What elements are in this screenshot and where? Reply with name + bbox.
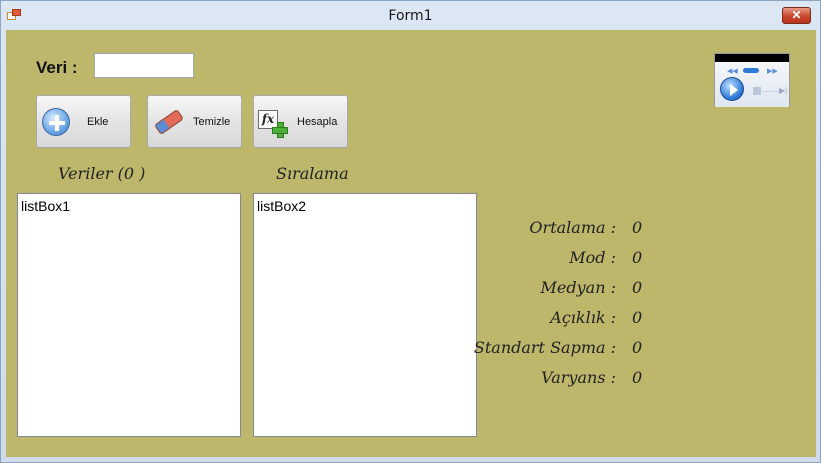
close-button[interactable]: ✕ xyxy=(782,7,811,24)
fast-forward-icon[interactable]: ▶▶ xyxy=(767,67,778,75)
media-player[interactable]: ◀◀ ▶▶ ▶| xyxy=(714,53,790,107)
stat-value: 0 xyxy=(632,218,643,237)
stat-label: Mod : xyxy=(569,248,616,267)
volume-slider[interactable] xyxy=(763,91,779,92)
veri-label: Veri : xyxy=(36,58,78,77)
next-icon[interactable]: ▶| xyxy=(779,86,787,95)
temizle-button[interactable]: Temizle xyxy=(147,95,242,148)
stat-value: 0 xyxy=(632,308,643,327)
stat-varyans: Varyans : 0 xyxy=(476,368,676,398)
form-client-area: Veri : Ekle Temizle fx Hesapla Veriler (… xyxy=(6,30,816,457)
app-window: Form1 ✕ Veri : Ekle Temizle fx Hesapla V… xyxy=(0,0,821,463)
hesapla-label: Hesapla xyxy=(297,116,338,128)
listbox-siralama[interactable]: listBox2 xyxy=(253,193,477,437)
stat-value: 0 xyxy=(632,368,643,387)
stat-ortalama: Ortalama : 0 xyxy=(476,218,676,248)
stat-mod: Mod : 0 xyxy=(476,248,676,278)
stat-value: 0 xyxy=(632,248,643,267)
stat-medyan: Medyan : 0 xyxy=(476,278,676,308)
add-icon xyxy=(42,108,70,136)
stat-label: Standart Sapma : xyxy=(473,338,616,357)
stat-label: Ortalama : xyxy=(529,218,616,237)
stat-label: Medyan : xyxy=(540,278,616,297)
stat-label: Açıklık : xyxy=(550,308,616,327)
veri-input[interactable] xyxy=(94,53,194,78)
function-icon: fx xyxy=(258,110,288,138)
play-icon[interactable] xyxy=(720,77,744,101)
ekle-label: Ekle xyxy=(87,116,109,128)
stop-icon[interactable] xyxy=(753,87,761,95)
veriler-label: Veriler (0 ) xyxy=(58,164,146,183)
rewind-icon[interactable]: ◀◀ xyxy=(727,67,738,75)
listbox-veriler[interactable]: listBox1 xyxy=(17,193,241,437)
temizle-label: Temizle xyxy=(193,116,231,128)
eraser-icon xyxy=(152,109,184,136)
stat-standart-sapma: Standart Sapma : 0 xyxy=(473,338,676,368)
stat-value: 0 xyxy=(632,278,643,297)
stat-label: Varyans : xyxy=(541,368,616,387)
window-title: Form1 xyxy=(388,8,433,24)
seek-bar[interactable] xyxy=(743,68,759,73)
media-controls: ◀◀ ▶▶ ▶| xyxy=(715,62,789,107)
title-bar[interactable]: Form1 ✕ xyxy=(1,1,820,30)
listbox2-text: listBox2 xyxy=(257,198,307,214)
stat-aciklik: Açıklık : 0 xyxy=(476,308,676,338)
stats-panel: Ortalama : 0 Mod : 0 Medyan : 0 Açıklık … xyxy=(473,218,676,398)
ekle-button[interactable]: Ekle xyxy=(36,95,131,148)
stat-value: 0 xyxy=(632,338,643,357)
listbox1-text: listBox1 xyxy=(21,198,71,214)
hesapla-button[interactable]: fx Hesapla xyxy=(253,95,348,148)
siralama-label: Sıralama xyxy=(276,164,349,183)
media-video-area xyxy=(715,54,789,62)
